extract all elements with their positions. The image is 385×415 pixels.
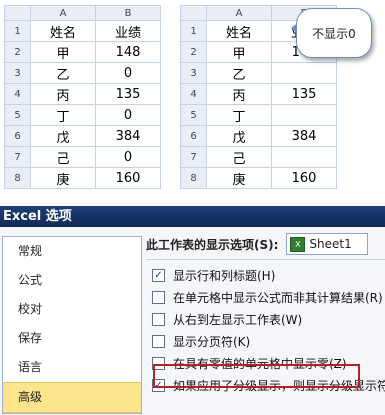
cell-score[interactable]: 135 [95,83,161,105]
callout-text: 不显示0 [312,26,356,41]
highlight-show-zero [153,364,360,388]
cell-score[interactable]: 0 [95,146,161,168]
nav-item-save[interactable]: 保存 [3,324,141,353]
option-right-to-left[interactable]: 从右到左显示工作表(W) [146,308,385,330]
nav-item-language[interactable]: 语言 [3,353,141,382]
cell-name[interactable]: 乙 [30,62,96,84]
sheet-select[interactable]: X Sheet1 [286,233,369,255]
cell-name[interactable]: 丁 [30,104,96,126]
cell-score[interactable]: 160 [95,167,161,189]
column-header-b[interactable]: B [95,5,161,21]
cell-score[interactable]: 0 [95,104,161,126]
cell-score[interactable] [271,146,337,168]
row-number[interactable]: 7 [180,146,207,168]
checkbox-unchecked[interactable] [152,312,165,326]
row-number[interactable]: 4 [4,83,31,105]
row-number[interactable]: 6 [4,125,31,147]
row-number[interactable]: 2 [4,41,31,63]
row-number[interactable]: 7 [4,146,31,168]
option-label: 显示分页符(K) [173,334,251,349]
cell-name[interactable]: 姓名 [30,20,96,42]
callout-bubble: 不显示0 [296,8,372,58]
option-label: 在单元格中显示公式而非其计算结果(R) [173,290,383,305]
row-number[interactable]: 1 [180,20,207,42]
row-number[interactable]: 8 [4,167,31,189]
cell-name[interactable]: 庚 [30,167,96,189]
row-number[interactable]: 8 [180,167,207,189]
option-label: 显示行和列标题(H) [173,268,276,283]
cell-name[interactable]: 丁 [206,104,272,126]
section-divider [146,259,385,260]
row-number[interactable]: 2 [180,41,207,63]
option-label: 从右到左显示工作表(W) [173,312,303,327]
cell-score[interactable]: 135 [271,83,337,105]
option-page-breaks[interactable]: 显示分页符(K) [146,330,385,352]
left-spreadsheet: A B 1 姓名 业绩 2 甲 148 3 乙 0 4 丙 135 5 丁 0 … [4,5,161,189]
checkbox-unchecked[interactable] [152,334,165,348]
cell-name[interactable]: 甲 [30,41,96,63]
dialog-title: Excel 选项 [3,209,72,224]
nav-item-formulas[interactable]: 公式 [3,266,141,295]
nav-item-general[interactable]: 常规 [3,237,141,266]
corner-cell[interactable] [4,5,31,21]
column-header-a[interactable]: A [206,5,272,21]
option-show-headers[interactable]: ✓ 显示行和列标题(H) [146,264,385,286]
cell-name[interactable]: 己 [206,146,272,168]
dialog-title-bar[interactable]: Excel 选项 [0,206,385,227]
cell-score[interactable]: 0 [95,62,161,84]
display-options-header: 此工作表的显示选项(S): X Sheet1 [146,232,385,256]
row-number[interactable]: 5 [180,104,207,126]
cell-score[interactable]: 384 [271,125,337,147]
cell-name[interactable]: 丙 [30,83,96,105]
nav-item-proofing[interactable]: 校对 [3,295,141,324]
cell-name[interactable]: 庚 [206,167,272,189]
corner-cell[interactable] [180,5,207,21]
row-number[interactable]: 5 [4,104,31,126]
cell-name[interactable]: 戊 [206,125,272,147]
display-options-label: 此工作表的显示选项(S): [146,237,279,252]
cell-name[interactable]: 丙 [206,83,272,105]
options-nav: 常规 公式 校对 保存 语言 高级 [2,236,142,414]
checkbox-checked[interactable]: ✓ [152,268,165,282]
cell-name[interactable]: 己 [30,146,96,168]
cell-score[interactable] [271,104,337,126]
row-number[interactable]: 4 [180,83,207,105]
cell-name[interactable]: 甲 [206,41,272,63]
cell-score[interactable]: 业绩 [95,20,161,42]
row-number[interactable]: 3 [4,62,31,84]
nav-item-advanced[interactable]: 高级 [3,382,141,413]
cell-score[interactable] [271,62,337,84]
cell-score[interactable]: 148 [95,41,161,63]
checkbox-unchecked[interactable] [152,290,165,304]
row-number[interactable]: 3 [180,62,207,84]
sheet-select-value: Sheet1 [309,237,352,251]
cell-name[interactable]: 乙 [206,62,272,84]
option-show-formulas[interactable]: 在单元格中显示公式而非其计算结果(R) [146,286,385,308]
cell-score[interactable]: 384 [95,125,161,147]
cell-score[interactable]: 160 [271,167,337,189]
row-number[interactable]: 6 [180,125,207,147]
excel-sheet-icon: X [290,236,306,252]
cell-name[interactable]: 戊 [30,125,96,147]
cell-name[interactable]: 姓名 [206,20,272,42]
row-number[interactable]: 1 [4,20,31,42]
column-header-a[interactable]: A [30,5,96,21]
